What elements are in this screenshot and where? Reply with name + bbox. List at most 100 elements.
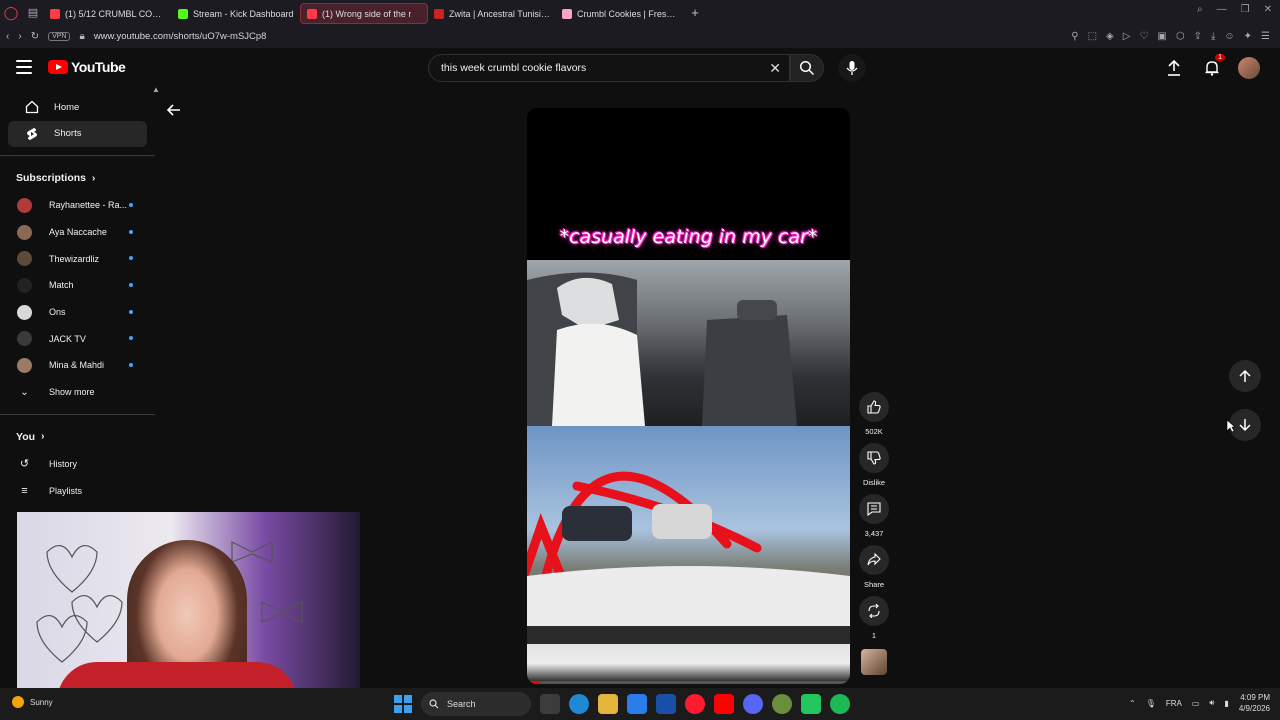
subscription-item[interactable]: Thewizardliz	[0, 245, 155, 272]
sidebar-item-history[interactable]: ↺ History	[0, 451, 155, 478]
new-tab-button[interactable]: +	[684, 5, 706, 20]
subscription-item[interactable]: Rayhanettee - Ra...	[0, 192, 155, 219]
language-indicator[interactable]: FRA	[1166, 699, 1182, 708]
browser-menu-icon[interactable]: ☰	[1261, 31, 1270, 42]
subscription-item[interactable]: Mina & Mahdi	[0, 352, 155, 379]
share-button[interactable]	[859, 545, 889, 575]
sound-creator-thumbnail[interactable]	[861, 649, 887, 675]
heart-icon[interactable]: ♡	[1139, 31, 1148, 42]
sidebar-scroll-up-icon[interactable]: ▲	[152, 85, 160, 94]
browser-tab[interactable]: Crumbl Cookies | Fresh ba	[556, 3, 684, 24]
search-tabs-icon[interactable]: ⌕	[1197, 4, 1203, 15]
taskbar-search[interactable]: Search	[421, 692, 531, 716]
notifications-button[interactable]: 1	[1200, 54, 1225, 80]
windows-start-icon[interactable]	[394, 695, 412, 713]
profile-icon[interactable]: ☺	[1224, 31, 1234, 42]
tab-title: Zwita | Ancestral Tunisian	[449, 8, 550, 19]
you-heading[interactable]: You ›	[0, 423, 155, 451]
forward-icon[interactable]: ›	[18, 31, 21, 42]
subscriptions-heading[interactable]: Subscriptions ›	[0, 164, 155, 192]
minimize-icon[interactable]: —	[1217, 4, 1227, 15]
reload-icon[interactable]: ↻	[31, 31, 39, 42]
wallet-icon[interactable]: ▣	[1157, 31, 1166, 42]
search-icon	[799, 60, 815, 76]
subscription-item[interactable]: Match	[0, 272, 155, 299]
game-app-icon[interactable]	[772, 694, 792, 714]
taskbar-search-label: Search	[447, 699, 476, 709]
create-button[interactable]	[1162, 56, 1186, 80]
video-progress-bar[interactable]	[527, 681, 850, 684]
sidebar-item-shorts[interactable]: Shorts	[8, 120, 147, 147]
player-icon[interactable]: ▷	[1123, 31, 1131, 42]
url-field[interactable]: www.youtube.com/shorts/uO7w-mSJCp8	[94, 31, 267, 42]
pin-icon[interactable]: ⚲	[1071, 31, 1078, 42]
clock[interactable]: 4:09 PM 4/9/2026	[1239, 692, 1270, 714]
playlists-icon: ≡	[21, 484, 28, 497]
microphone-tray-icon[interactable]: 🎙︎	[1146, 699, 1156, 708]
browser-tab[interactable]: Zwita | Ancestral Tunisian	[428, 3, 556, 24]
opera-logo-icon[interactable]: ◯	[0, 0, 22, 25]
short-video-player[interactable]: *casually eating in my car*	[527, 108, 850, 684]
comments-button[interactable]	[859, 494, 889, 524]
network-icon[interactable]: ▭	[1192, 699, 1200, 708]
outlook-icon[interactable]	[656, 694, 676, 714]
tab-manager-icon[interactable]: ▤	[22, 0, 44, 25]
back-button[interactable]	[164, 100, 184, 120]
search-icon	[429, 699, 439, 709]
like-button[interactable]	[859, 392, 889, 422]
like-count: 502K	[865, 427, 883, 436]
clock-date: 4/9/2026	[1238, 704, 1270, 713]
browser-tab[interactable]: Stream - Kick Dashboard	[172, 3, 300, 24]
browser-tab[interactable]: (1) Wrong side of the r	[300, 3, 428, 24]
thumbs-up-icon	[867, 400, 881, 414]
opera-icon[interactable]	[685, 694, 705, 714]
discord-icon[interactable]	[743, 694, 763, 714]
volume-icon[interactable]: 🔊︎	[1209, 698, 1214, 708]
remix-count: 1	[871, 631, 877, 640]
battery-icon[interactable]: ▮	[1224, 699, 1228, 708]
edge-icon[interactable]	[569, 694, 589, 714]
previous-short-button[interactable]	[1229, 360, 1261, 392]
shield-icon[interactable]: ◈	[1106, 31, 1114, 42]
sidebar-item-home[interactable]: Home	[8, 94, 147, 121]
account-avatar[interactable]	[1238, 57, 1260, 79]
hamburger-menu-icon[interactable]	[16, 60, 32, 74]
subscription-item[interactable]: JACK TV	[0, 325, 155, 352]
tab-title: (1) Wrong side of the r	[322, 8, 412, 19]
kick-icon[interactable]	[801, 694, 821, 714]
sidebar-item-label: Shorts	[54, 128, 82, 140]
show-more-button[interactable]: ⌄ Show more	[0, 379, 155, 406]
clear-search-icon[interactable]: ✕	[769, 60, 781, 77]
youtube-logo[interactable]: YouTube	[48, 59, 126, 75]
store-icon[interactable]	[627, 694, 647, 714]
snapshot-icon[interactable]: ⬚	[1088, 31, 1097, 42]
extensions-icon[interactable]: ⬡	[1176, 31, 1185, 42]
sidebar-item-playlists[interactable]: ≡ Playlists	[0, 477, 155, 504]
dislike-button[interactable]	[859, 443, 889, 473]
close-window-icon[interactable]: ✕	[1264, 4, 1272, 15]
remix-button[interactable]	[859, 596, 889, 626]
youtube-app-icon[interactable]	[714, 694, 734, 714]
channel-avatar	[17, 277, 32, 293]
back-icon[interactable]: ‹	[6, 31, 9, 42]
maximize-icon[interactable]: ❐	[1241, 4, 1250, 15]
spotify-icon[interactable]	[830, 694, 850, 714]
show-hidden-icons[interactable]: ⌃	[1129, 699, 1136, 708]
search-input[interactable]: this week crumbl cookie flavors ✕	[428, 54, 790, 82]
subscription-item[interactable]: Aya Naccache	[0, 219, 155, 246]
notification-badge: 1	[1215, 54, 1225, 61]
channel-name: Aya Naccache	[49, 227, 107, 238]
ai-icon[interactable]: ✦	[1244, 31, 1252, 42]
subscription-item[interactable]: Ons	[0, 299, 155, 326]
weather-widget[interactable]: Sunny	[12, 696, 53, 708]
youtube-logo-text: YouTube	[71, 59, 126, 75]
vpn-badge[interactable]: VPN	[48, 32, 71, 41]
task-view-icon[interactable]	[540, 694, 560, 714]
voice-search-button[interactable]	[838, 54, 866, 82]
file-explorer-icon[interactable]	[598, 694, 618, 714]
search-button[interactable]	[790, 54, 824, 82]
subscriptions-title: Subscriptions	[16, 172, 87, 184]
share-icon[interactable]: ⇪	[1194, 31, 1202, 42]
download-icon[interactable]: ⤓	[1211, 31, 1215, 42]
browser-tab[interactable]: (1) 5/12 CRUMBL COOKIE	[44, 3, 172, 24]
